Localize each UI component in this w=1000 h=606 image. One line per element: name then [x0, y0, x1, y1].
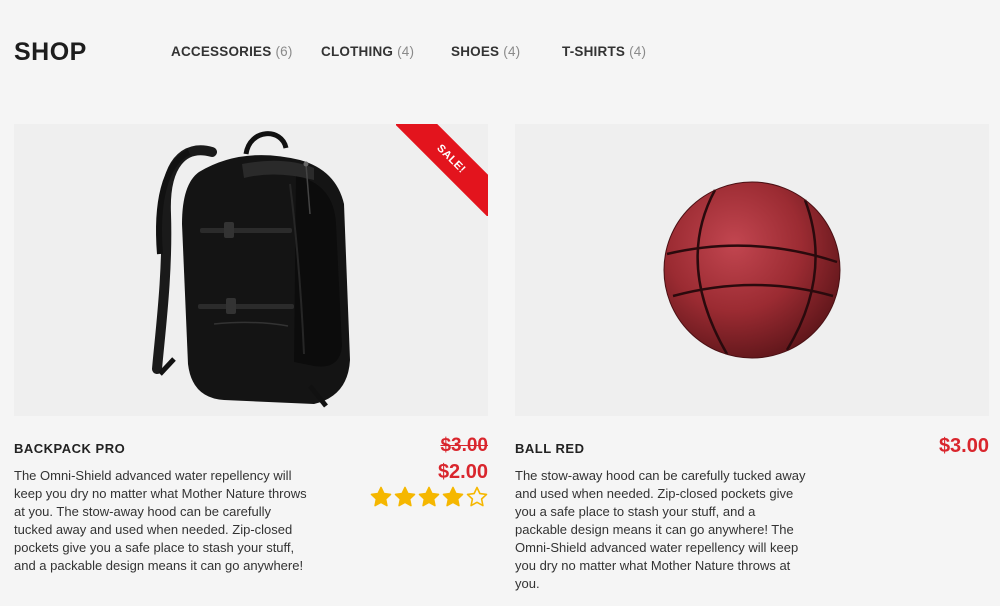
product-card-backpack: SALE! BACKPACK PRO $3.00 $2.00 The Omni-… — [14, 124, 488, 604]
category-count: (4) — [397, 44, 415, 59]
category-count: (6) — [275, 44, 293, 59]
category-count: (4) — [503, 44, 521, 59]
category-label: CLOTHING — [321, 44, 394, 59]
product-description: The Omni-Shield advanced water repellenc… — [14, 468, 307, 573]
category-count: (4) — [629, 44, 647, 59]
product-old-price: $3.00 — [440, 435, 488, 456]
category-label: SHOES — [451, 44, 500, 59]
sale-badge: SALE! — [396, 124, 488, 216]
product-name[interactable]: BACKPACK PRO — [14, 441, 125, 456]
category-clothing[interactable]: CLOTHING (4) — [321, 44, 414, 59]
category-label: ACCESSORIES — [171, 44, 272, 59]
star-filled-icon — [418, 486, 440, 507]
product-description: The stow-away hood can be carefully tuck… — [515, 468, 806, 591]
product-name[interactable]: BALL RED — [515, 441, 584, 456]
category-accessories[interactable]: ACCESSORIES (6) — [171, 44, 293, 59]
star-filled-icon — [442, 486, 464, 507]
product-price: $3.00 — [938, 435, 989, 457]
star-empty-icon — [466, 486, 488, 507]
product-image-ball[interactable] — [515, 124, 989, 416]
category-shoes[interactable]: SHOES (4) — [451, 44, 520, 59]
star-filled-icon — [394, 486, 416, 507]
sale-badge-label: SALE! — [396, 124, 488, 216]
basketball-icon — [663, 181, 841, 359]
product-price: $2.00 — [437, 461, 488, 483]
category-tshirts[interactable]: T-SHIRTS (4) — [562, 44, 646, 59]
product-image-backpack[interactable]: SALE! — [14, 124, 488, 416]
product-card-ball: BALL RED $3.00 The stow-away hood can be… — [515, 124, 989, 604]
category-nav: ACCESSORIES (6) CLOTHING (4) SHOES (4) T-SH… — [0, 44, 1000, 64]
category-label: T-SHIRTS — [562, 44, 626, 59]
product-rating — [370, 486, 488, 508]
star-filled-icon — [370, 486, 392, 507]
